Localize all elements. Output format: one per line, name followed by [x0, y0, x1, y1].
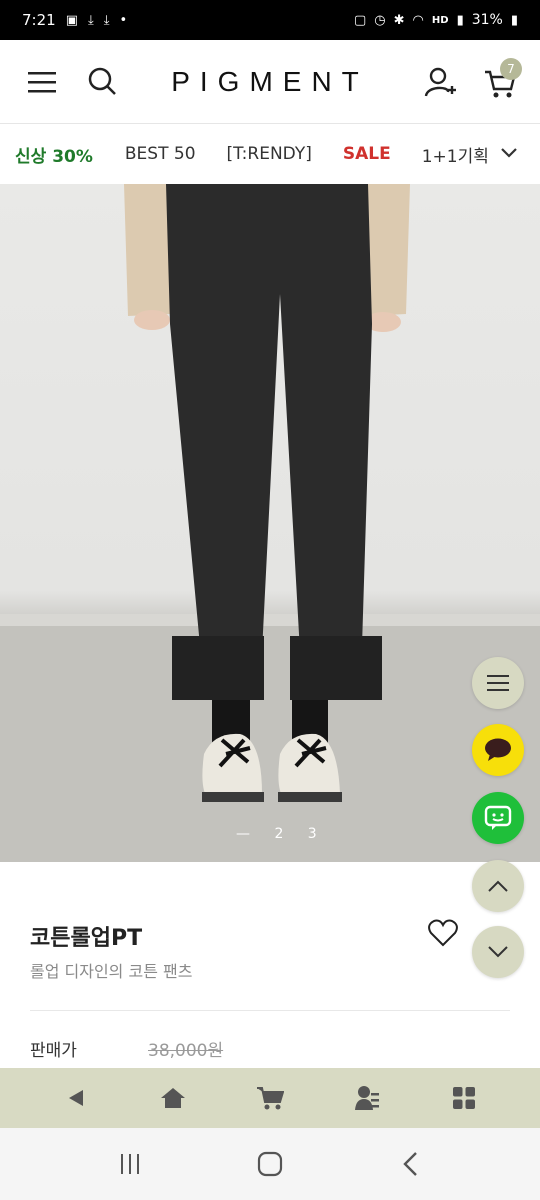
status-time: 7:21: [22, 11, 56, 29]
price-label: 판매가: [30, 1041, 77, 1061]
nav-item-new[interactable]: 신상 30%: [15, 142, 93, 167]
search-button[interactable]: [84, 62, 120, 100]
chat-bubble-icon: [485, 738, 511, 761]
signal-icon: ▮: [456, 12, 464, 28]
recents-icon: [121, 1154, 139, 1174]
floating-menu-button[interactable]: [472, 657, 524, 709]
scroll-bottom-button[interactable]: [472, 926, 524, 978]
kakao-chat-button[interactable]: [472, 724, 524, 776]
toolbar-cart-button[interactable]: [245, 1078, 295, 1118]
site-header: PIGMENT: [0, 40, 540, 124]
brand-logo[interactable]: PIGMENT: [150, 62, 390, 102]
home-square-icon: [257, 1151, 283, 1177]
cart-icon: [256, 1087, 284, 1110]
home-icon: [161, 1088, 186, 1108]
nav-item-plan[interactable]: 1+1기획: [422, 142, 489, 167]
bluetooth-icon: ✱: [393, 12, 405, 28]
search-icon: [88, 67, 116, 95]
account-button[interactable]: [420, 62, 460, 102]
original-price: 38,000원: [148, 1041, 224, 1061]
nav-item-best[interactable]: BEST 50: [125, 144, 196, 164]
scroll-top-button[interactable]: [472, 860, 524, 912]
chevron-left-icon: [403, 1152, 417, 1176]
battery-percent: 31%: [471, 12, 503, 28]
home-button[interactable]: [148, 1078, 198, 1118]
download-icon: ⤓: [87, 12, 94, 28]
divider: [30, 1010, 510, 1011]
chevron-down-icon[interactable]: [498, 142, 520, 164]
alarm-icon: ◷: [374, 12, 386, 28]
home-system-button[interactable]: [250, 1144, 290, 1184]
lock-icon: ▢: [354, 12, 367, 28]
triangle-left-icon: [69, 1090, 84, 1106]
back-button[interactable]: [51, 1078, 101, 1118]
network-label: HD: [431, 14, 449, 26]
bottom-toolbar: [0, 1068, 540, 1128]
my-page-button[interactable]: [342, 1078, 392, 1118]
nav-item-sale[interactable]: SALE: [343, 144, 391, 164]
apps-button[interactable]: [439, 1078, 489, 1118]
hamburger-icon: [487, 675, 509, 691]
profile-card-icon: [354, 1086, 379, 1110]
download-icon: ⤓: [103, 12, 110, 28]
heart-icon[interactable]: [428, 918, 458, 948]
product-description: 롤업 디자인의 코튼 팬츠: [30, 962, 193, 981]
menu-button[interactable]: [24, 64, 60, 100]
product-name: 코튼롤업PT: [30, 926, 143, 951]
recent-apps-button[interactable]: [110, 1144, 150, 1184]
talk-talk-button[interactable]: [472, 792, 524, 844]
grid-icon: [452, 1087, 475, 1109]
user-add-icon: [424, 67, 456, 97]
chevron-up-icon: [488, 880, 508, 892]
category-nav: 신상 30% BEST 50 [T:RENDY] SALE 1+1기획: [0, 124, 540, 184]
dot-icon: •: [119, 12, 128, 28]
chevron-down-icon: [488, 946, 508, 958]
page: 7:21 ▣ ⤓ ⤓ • ▢ ◷ ✱ ◠ HD ▮ 31% ▮ PIGMENT …: [0, 0, 540, 1200]
system-navigation: [0, 1128, 540, 1200]
slide-indicator[interactable]: — 2 3: [236, 826, 327, 842]
nav-item-trendy[interactable]: [T:RENDY]: [227, 144, 312, 164]
battery-icon: ▮: [510, 12, 518, 28]
wifi-icon: ◠: [412, 12, 424, 28]
product-photo: [0, 184, 540, 862]
cart-count-badge: 7: [500, 58, 522, 80]
status-bar: 7:21 ▣ ⤓ ⤓ • ▢ ◷ ✱ ◠ HD ▮ 31% ▮: [0, 0, 540, 40]
notification-icon: ▣: [65, 12, 78, 28]
back-system-button[interactable]: [390, 1144, 430, 1184]
talk-icon: [484, 805, 512, 830]
hamburger-icon: [28, 72, 56, 93]
product-image[interactable]: — 2 3: [0, 184, 540, 862]
